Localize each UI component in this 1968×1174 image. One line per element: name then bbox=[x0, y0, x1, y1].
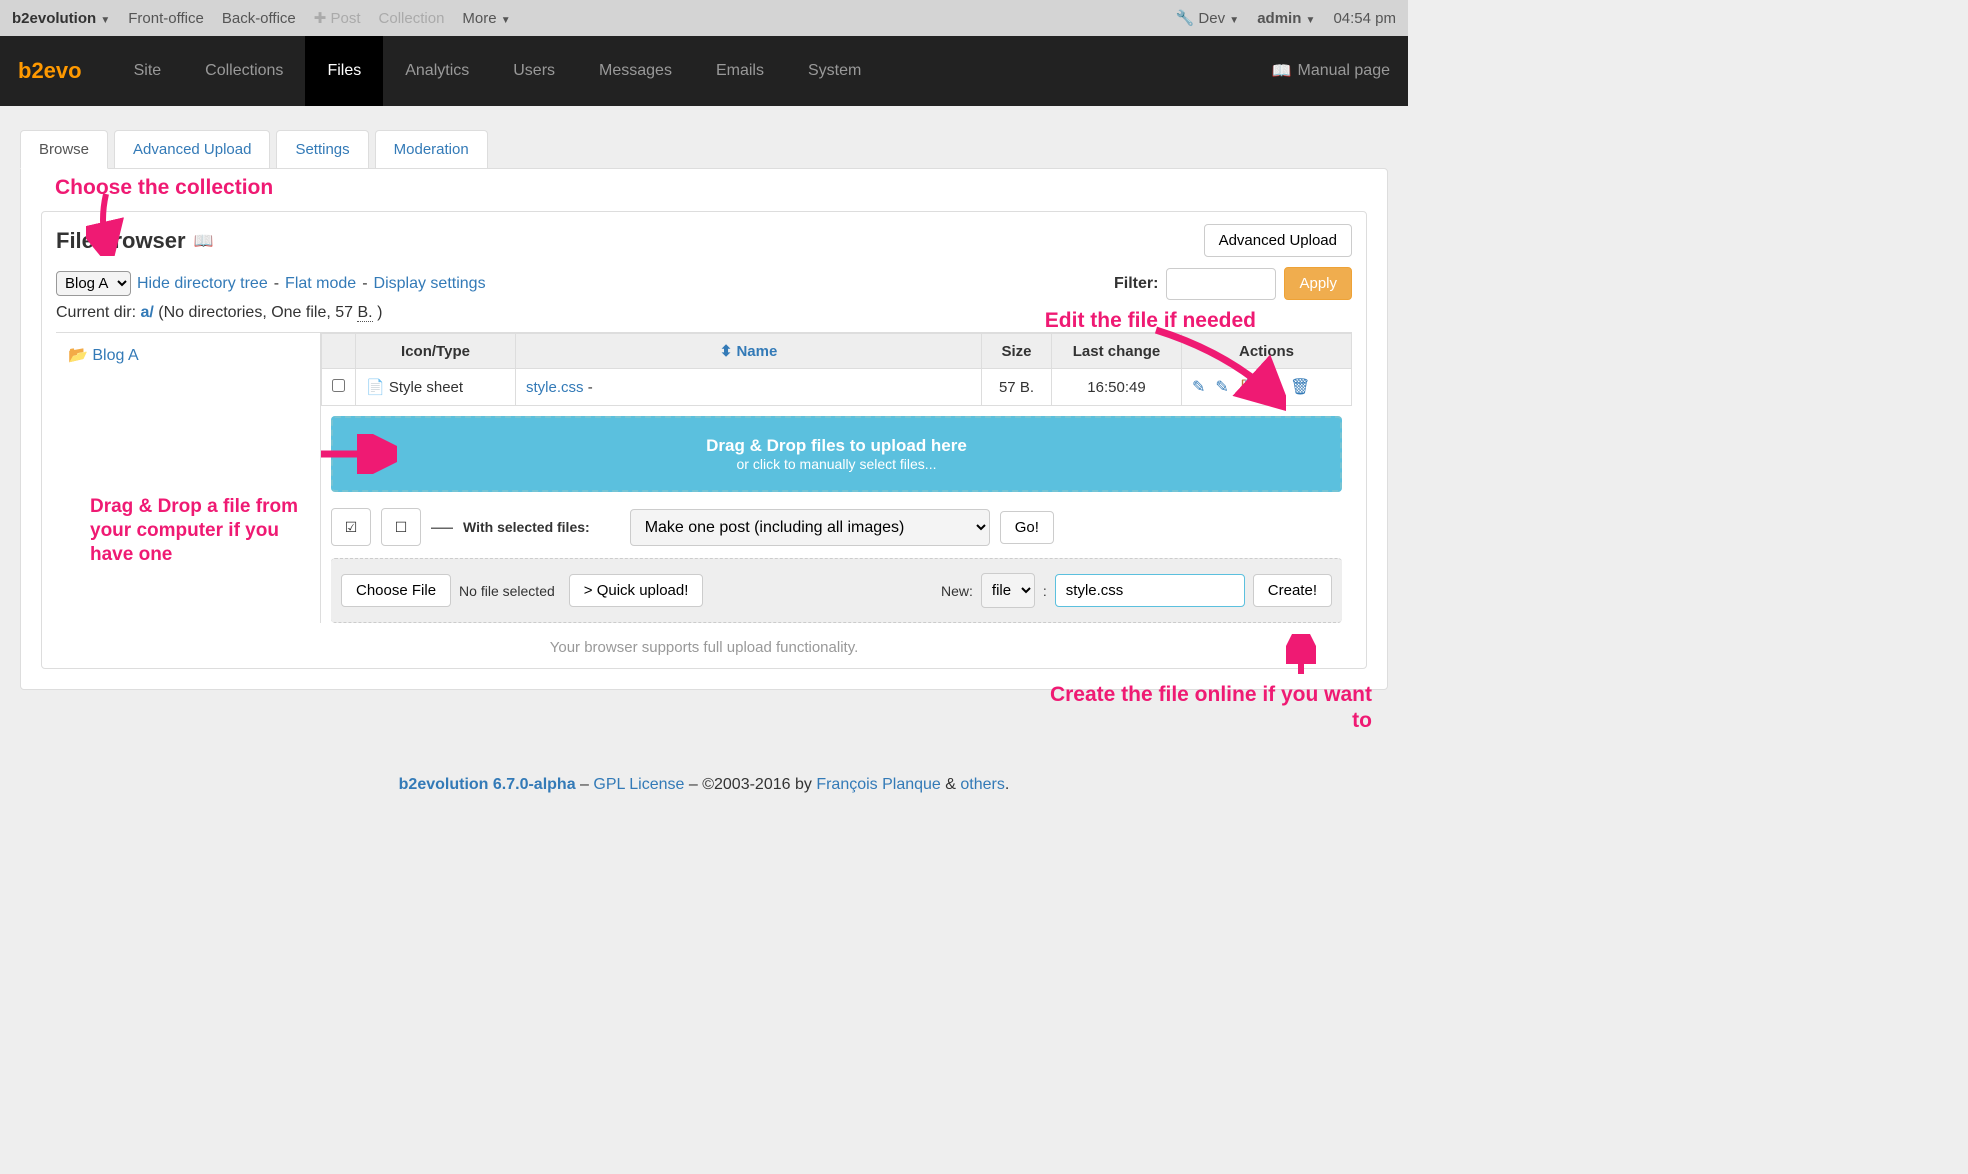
advanced-upload-button[interactable]: Advanced Upload bbox=[1204, 224, 1352, 257]
current-dir-link[interactable]: a/ bbox=[140, 304, 153, 321]
annotation-edit-file: Edit the file if needed bbox=[1045, 308, 1256, 334]
check-all-button[interactable]: ☑ bbox=[331, 508, 371, 546]
filter-label: Filter: bbox=[1114, 275, 1158, 293]
tab-advanced-upload[interactable]: Advanced Upload bbox=[114, 130, 270, 168]
tab-moderation[interactable]: Moderation bbox=[375, 130, 488, 168]
edit-icon[interactable]: ✎ bbox=[1192, 377, 1205, 397]
file-icon: 📄 bbox=[366, 379, 385, 396]
with-selected-label: With selected files: bbox=[463, 519, 590, 535]
display-settings-link[interactable]: Display settings bbox=[374, 275, 486, 293]
go-button[interactable]: Go! bbox=[1000, 511, 1054, 544]
uncheck-all-button[interactable]: ☐ bbox=[381, 508, 421, 546]
new-name-input[interactable] bbox=[1055, 574, 1245, 607]
manual-page-link[interactable]: 📖 Manual page bbox=[1272, 61, 1390, 81]
quick-upload-button[interactable]: > Quick upload! bbox=[569, 574, 704, 607]
file-time: 16:50:49 bbox=[1052, 369, 1182, 406]
nav-emails[interactable]: Emails bbox=[694, 36, 786, 106]
topbar-more[interactable]: More ▼ bbox=[462, 10, 510, 27]
bottom-row: Choose File No file selected > Quick upl… bbox=[331, 558, 1342, 623]
book-icon: 📖 bbox=[1272, 61, 1292, 81]
file-table: Icon/Type ⬍ Name Size Last change Action… bbox=[321, 333, 1352, 406]
directory-tree: 📂 Blog A Drag & Drop a file from your co… bbox=[56, 332, 321, 623]
annotation-choose-collection: Choose the collection bbox=[55, 176, 273, 199]
file-name-link[interactable]: style.css bbox=[526, 379, 584, 396]
footer: b2evolution 6.7.0-alpha – GPL License – … bbox=[0, 760, 1408, 804]
nav-site[interactable]: Site bbox=[112, 36, 184, 106]
topbar-dev[interactable]: 🔧 Dev ▼ bbox=[1176, 9, 1240, 27]
move-icon[interactable]: ⧉ bbox=[1269, 377, 1280, 397]
with-selected-select[interactable]: Make one post (including all images) bbox=[630, 509, 990, 546]
file-dash: - bbox=[588, 379, 593, 396]
topbar-collection[interactable]: Collection bbox=[379, 10, 445, 27]
topbar-front-office[interactable]: Front-office bbox=[128, 10, 204, 27]
edit-props-icon[interactable]: ✎ bbox=[1215, 377, 1228, 397]
annotation-drag-drop: Drag & Drop a file from your computer if… bbox=[90, 495, 300, 566]
footer-others-link[interactable]: others bbox=[960, 776, 1004, 793]
main-nav: b2evo Site Collections Files Analytics U… bbox=[0, 36, 1408, 106]
col-actions: Actions bbox=[1182, 334, 1352, 369]
hide-tree-link[interactable]: Hide directory tree bbox=[137, 275, 268, 293]
footer-brand-link[interactable]: b2evolution 6.7.0-alpha bbox=[399, 776, 576, 793]
panel: Choose the collection File browser 📖 Adv… bbox=[20, 168, 1388, 690]
new-type-select[interactable]: file bbox=[981, 573, 1035, 608]
flat-mode-link[interactable]: Flat mode bbox=[285, 275, 356, 293]
nav-analytics[interactable]: Analytics bbox=[383, 36, 491, 106]
tree-blog-link[interactable]: 📂 Blog A bbox=[68, 347, 139, 364]
copy-icon[interactable]: 📋 bbox=[1239, 377, 1259, 397]
nav-files[interactable]: Files bbox=[305, 36, 383, 106]
topbar-post[interactable]: ✚ Post bbox=[314, 9, 361, 27]
with-selected-row: ☑ ☐ — With selected files: Make one post… bbox=[321, 502, 1352, 552]
nav-messages[interactable]: Messages bbox=[577, 36, 694, 106]
table-row: 📄 Style sheet style.css - 57 B. 16:50:49 bbox=[322, 369, 1352, 406]
footer-license-link[interactable]: GPL License bbox=[593, 776, 684, 793]
logo[interactable]: b2evo bbox=[18, 58, 82, 84]
filter-input[interactable] bbox=[1166, 268, 1276, 300]
no-file-label: No file selected bbox=[459, 583, 555, 599]
sort-icon: ⬍ bbox=[720, 343, 733, 360]
tab-settings[interactable]: Settings bbox=[276, 130, 368, 168]
tab-browse[interactable]: Browse bbox=[20, 130, 108, 169]
topbar-brand[interactable]: b2evolution ▼ bbox=[12, 10, 110, 27]
topbar-time: 04:54 pm bbox=[1333, 10, 1396, 27]
delete-icon[interactable]: 🗑 bbox=[1290, 377, 1310, 397]
annotation-create-file: Create the file online if you want to bbox=[1032, 682, 1372, 735]
col-size[interactable]: Size bbox=[982, 334, 1052, 369]
col-name[interactable]: ⬍ Name bbox=[516, 334, 982, 369]
folder-open-icon: 📂 bbox=[68, 347, 88, 364]
apply-button[interactable]: Apply bbox=[1284, 267, 1352, 300]
footer-author-link[interactable]: François Planque bbox=[816, 776, 941, 793]
topbar-back-office[interactable]: Back-office bbox=[222, 10, 296, 27]
choose-file-button[interactable]: Choose File bbox=[341, 574, 451, 607]
topbar: b2evolution ▼ Front-office Back-office ✚… bbox=[0, 0, 1408, 36]
nav-users[interactable]: Users bbox=[491, 36, 577, 106]
row-checkbox[interactable] bbox=[332, 379, 345, 392]
nav-system[interactable]: System bbox=[786, 36, 883, 106]
file-type: Style sheet bbox=[389, 379, 463, 396]
collection-select[interactable]: Blog A bbox=[56, 271, 131, 296]
create-button[interactable]: Create! bbox=[1253, 574, 1332, 607]
dropzone[interactable]: Drag & Drop files to upload here or clic… bbox=[331, 416, 1342, 492]
file-browser-title: File browser 📖 bbox=[56, 228, 214, 254]
file-browser: File browser 📖 Advanced Upload Blog A Hi… bbox=[41, 211, 1367, 669]
col-icon-type[interactable]: Icon/Type bbox=[356, 334, 516, 369]
new-label: New: bbox=[941, 583, 973, 599]
upload-note: Your browser supports full upload functi… bbox=[56, 639, 1352, 656]
nav-collections[interactable]: Collections bbox=[183, 36, 305, 106]
book-icon: 📖 bbox=[194, 231, 214, 251]
col-last-change[interactable]: Last change bbox=[1052, 334, 1182, 369]
subtabs: Browse Advanced Upload Settings Moderati… bbox=[0, 106, 1408, 168]
topbar-user[interactable]: admin ▼ bbox=[1257, 10, 1315, 27]
